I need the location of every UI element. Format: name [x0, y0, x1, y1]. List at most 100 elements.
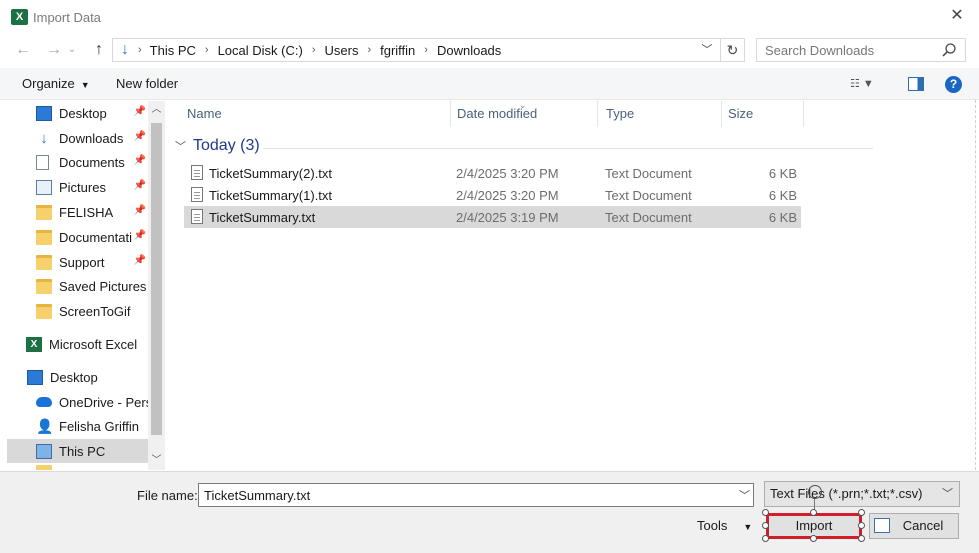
- chevron-right-icon[interactable]: ›: [418, 44, 434, 56]
- resize-handle-icon[interactable]: [858, 509, 865, 516]
- pin-icon[interactable]: 📌: [134, 205, 146, 216]
- resize-handle-icon[interactable]: [810, 535, 817, 542]
- column-header-name[interactable]: Name: [179, 101, 451, 127]
- file-row[interactable]: TicketSummary(2).txt 2/4/2025 3:20 PM Te…: [184, 162, 801, 184]
- column-header-size[interactable]: Size: [720, 101, 804, 127]
- change-view-icon[interactable]: ☷ ▼: [850, 77, 890, 93]
- resize-handle-icon[interactable]: [858, 535, 865, 542]
- breadcrumb-downloads[interactable]: Downloads: [434, 43, 504, 58]
- caret-down-icon: ▼: [80, 80, 90, 90]
- file-name-input[interactable]: [199, 484, 729, 506]
- navigation-bar: ← → ⌄ ↑ ↓ › This PC › Local Disk (C:) › …: [0, 36, 979, 64]
- file-date: 2/4/2025 3:20 PM: [456, 166, 559, 181]
- close-icon[interactable]: ✕: [947, 6, 967, 26]
- file-type-value: Text Files (*.prn;*.txt;*.csv): [770, 486, 923, 501]
- chevron-down-icon[interactable]: ﹀: [175, 138, 186, 154]
- sidebar-item-label: Microsoft Excel: [49, 336, 138, 352]
- sidebar-item-support[interactable]: Support 📌: [7, 250, 148, 274]
- column-header-type[interactable]: Type: [598, 101, 722, 127]
- scroll-down-icon[interactable]: ﹀: [148, 452, 165, 470]
- downloads-location-icon: ↓: [121, 41, 129, 58]
- resize-handle-icon[interactable]: [762, 522, 769, 529]
- chevron-right-icon[interactable]: ›: [361, 44, 377, 56]
- file-name: TicketSummary.txt: [209, 210, 316, 225]
- excel-icon: X: [26, 336, 42, 352]
- group-divider: [263, 148, 873, 149]
- resize-handle-icon[interactable]: [858, 522, 865, 529]
- forward-arrow-icon[interactable]: →: [44, 40, 64, 60]
- pin-icon[interactable]: 📌: [134, 180, 146, 191]
- sidebar-item-desktop-root[interactable]: Desktop: [7, 365, 148, 389]
- file-type-select[interactable]: Text Files (*.prn;*.txt;*.csv) ﹀: [764, 481, 960, 507]
- file-name-field[interactable]: ﹀: [198, 483, 754, 507]
- file-name-label: File name:: [137, 488, 198, 503]
- up-arrow-icon[interactable]: ↑: [89, 40, 109, 60]
- sidebar-item-screentogif[interactable]: ScreenToGif: [7, 299, 148, 323]
- new-folder-button[interactable]: New folder: [116, 76, 178, 91]
- group-header-today[interactable]: ﹀ Today (3): [175, 137, 260, 155]
- file-row-selected[interactable]: TicketSummary.txt 2/4/2025 3:19 PM Text …: [184, 206, 801, 228]
- chevron-right-icon[interactable]: ›: [199, 44, 215, 56]
- address-bar[interactable]: ↓ › This PC › Local Disk (C:) › Users › …: [112, 38, 745, 62]
- title-bar: X Import Data ✕: [0, 0, 979, 34]
- back-arrow-icon[interactable]: ←: [13, 40, 33, 60]
- sidebar-item-documentation[interactable]: Documentati 📌: [7, 225, 148, 249]
- sidebar-item-documents[interactable]: Documents 📌: [7, 150, 148, 174]
- breadcrumb-fgriffin[interactable]: fgriffin: [377, 43, 418, 58]
- chevron-down-icon[interactable]: ﹀: [739, 487, 750, 503]
- sidebar-item-label: Support: [59, 254, 105, 270]
- sidebar-item-this-pc[interactable]: This PC: [7, 439, 148, 463]
- sidebar-item-felisha[interactable]: FELISHA 📌: [7, 200, 148, 224]
- tools-menu[interactable]: Tools ▼: [697, 518, 752, 533]
- organize-menu[interactable]: Organize ▼: [22, 76, 90, 91]
- search-input[interactable]: [757, 42, 937, 58]
- scroll-up-icon[interactable]: ︿: [148, 101, 165, 119]
- window-edge: [975, 100, 979, 470]
- sidebar-item-pictures[interactable]: Pictures 📌: [7, 175, 148, 199]
- refresh-icon[interactable]: ↻: [720, 39, 744, 61]
- sidebar-item-felisha-griffin[interactable]: 👤 Felisha Griffin: [7, 414, 148, 438]
- desktop-icon: [36, 105, 52, 121]
- sidebar-item-label: FELISHA: [59, 204, 114, 220]
- sidebar-item-desktop[interactable]: Desktop 📌: [7, 101, 148, 125]
- pin-icon[interactable]: 📌: [134, 255, 146, 266]
- search-icon[interactable]: [941, 42, 957, 58]
- file-date: 2/4/2025 3:20 PM: [456, 188, 559, 203]
- rotate-handle-icon[interactable]: [808, 485, 822, 499]
- file-type: Text Document: [605, 166, 692, 181]
- resize-handle-icon[interactable]: [810, 509, 817, 516]
- sidebar-item-partial: [7, 465, 148, 470]
- folder-icon: [36, 229, 52, 245]
- window-title: Import Data: [33, 10, 101, 25]
- folder-icon: [36, 254, 52, 270]
- pin-icon[interactable]: 📌: [134, 131, 146, 142]
- scrollbar-thumb[interactable]: [151, 123, 162, 435]
- pin-icon[interactable]: 📌: [134, 230, 146, 241]
- user-icon: 👤: [36, 417, 54, 434]
- sidebar-item-label: Downloads: [59, 130, 124, 146]
- breadcrumb-local-disk[interactable]: Local Disk (C:): [215, 43, 306, 58]
- cancel-button[interactable]: Cancel: [869, 513, 959, 539]
- breadcrumb-users[interactable]: Users: [322, 43, 362, 58]
- sidebar-item-downloads[interactable]: ↓ Downloads 📌: [7, 126, 148, 150]
- pin-icon[interactable]: 📌: [134, 106, 146, 117]
- pictures-icon: [36, 179, 52, 195]
- preview-pane-icon[interactable]: [908, 77, 924, 91]
- chevron-right-icon[interactable]: ›: [137, 44, 147, 56]
- file-row[interactable]: TicketSummary(1).txt 2/4/2025 3:20 PM Te…: [184, 184, 801, 206]
- sidebar-item-onedrive[interactable]: OneDrive - Persc: [7, 390, 148, 414]
- sidebar-item-microsoft-excel[interactable]: X Microsoft Excel: [7, 332, 148, 356]
- address-dropdown-icon[interactable]: ﹀: [698, 39, 716, 61]
- sidebar-scrollbar[interactable]: ︿ ﹀: [148, 101, 165, 470]
- chevron-right-icon[interactable]: ›: [306, 44, 322, 56]
- pin-icon[interactable]: 📌: [134, 155, 146, 166]
- search-box[interactable]: [756, 38, 966, 62]
- sidebar-item-saved-pictures[interactable]: Saved Pictures: [7, 274, 148, 298]
- breadcrumb-this-pc[interactable]: This PC: [147, 43, 199, 58]
- resize-handle-icon[interactable]: [762, 535, 769, 542]
- help-icon[interactable]: ?: [945, 76, 962, 93]
- resize-handle-icon[interactable]: [762, 509, 769, 516]
- recent-locations-icon[interactable]: ⌄: [65, 40, 79, 60]
- chevron-down-icon[interactable]: ﹀: [942, 482, 953, 506]
- sidebar-item-label: Saved Pictures: [59, 278, 147, 294]
